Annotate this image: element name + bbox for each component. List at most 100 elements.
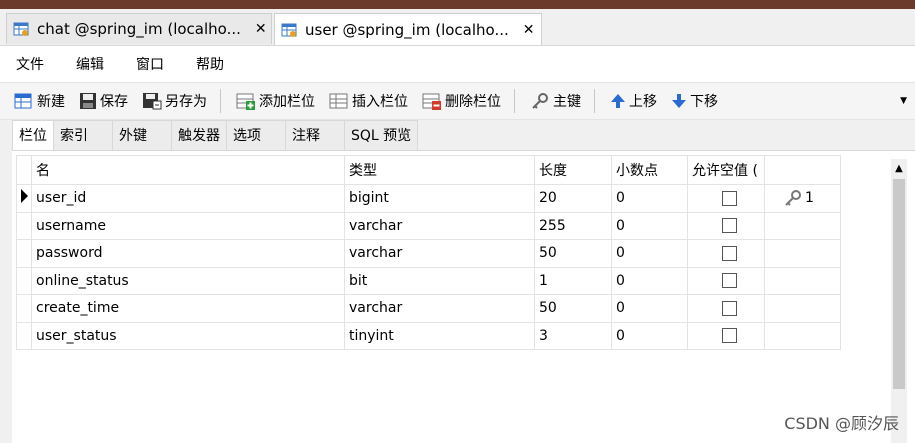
- field-length-cell[interactable]: 255: [534, 211, 612, 240]
- field-key-cell[interactable]: [764, 321, 841, 350]
- table-row[interactable]: create_time varchar 50 0: [16, 294, 841, 323]
- menu-help[interactable]: 帮助: [180, 54, 240, 74]
- table-row[interactable]: user_id bigint 20 0 1: [16, 184, 841, 213]
- field-type-cell[interactable]: bigint: [344, 184, 535, 213]
- toolbar-overflow-icon[interactable]: ▼: [900, 96, 907, 106]
- toolbar-divider: [594, 89, 595, 113]
- field-type-cell[interactable]: bit: [344, 266, 535, 295]
- field-key-cell[interactable]: [764, 239, 841, 268]
- field-decimals-cell[interactable]: 0: [611, 211, 688, 240]
- field-decimals-cell[interactable]: 0: [611, 266, 688, 295]
- not-null-checkbox[interactable]: [722, 245, 737, 261]
- field-nullable-cell[interactable]: [687, 294, 765, 323]
- field-nullable-cell[interactable]: [687, 184, 765, 213]
- watermark: CSDN @顾汐辰: [784, 414, 899, 433]
- field-type-cell[interactable]: varchar: [344, 294, 535, 323]
- field-type-cell[interactable]: varchar: [344, 211, 535, 240]
- move-down-label: 下移: [690, 94, 718, 110]
- close-icon[interactable]: ✕: [255, 21, 267, 37]
- field-length-cell[interactable]: 50: [534, 239, 612, 268]
- menu-bar: 文件 编辑 窗口 帮助: [0, 46, 915, 82]
- not-null-checkbox[interactable]: [722, 218, 737, 234]
- tab-triggers[interactable]: 触发器: [171, 120, 227, 150]
- new-table-icon: [14, 93, 32, 109]
- field-name-cell[interactable]: online_status: [31, 266, 345, 295]
- add-field-label: 添加栏位: [259, 94, 315, 110]
- table-row[interactable]: online_status bit 1 0: [16, 266, 841, 295]
- menu-file[interactable]: 文件: [0, 54, 60, 74]
- move-up-button[interactable]: 上移: [606, 87, 661, 115]
- field-length-cell[interactable]: 50: [534, 294, 612, 323]
- tab-comment[interactable]: 注释: [285, 120, 345, 150]
- key-icon: [532, 93, 548, 109]
- column-header-key[interactable]: [764, 155, 841, 185]
- menu-window[interactable]: 窗口: [120, 54, 180, 74]
- tab-fields[interactable]: 栏位: [12, 120, 54, 151]
- field-length-cell[interactable]: 3: [534, 321, 612, 350]
- field-nullable-cell[interactable]: [687, 211, 765, 240]
- not-null-checkbox[interactable]: [722, 273, 737, 289]
- insert-field-button[interactable]: 插入栏位: [325, 87, 412, 115]
- column-header-type[interactable]: 类型: [344, 155, 535, 185]
- fields-grid: 名 类型 长度 小数点 允许空值 ( user_id bigint 20 0 1: [12, 150, 915, 443]
- field-type-cell[interactable]: varchar: [344, 239, 535, 268]
- delete-field-button[interactable]: 删除栏位: [418, 87, 505, 115]
- save-as-icon: [143, 93, 162, 110]
- menu-edit[interactable]: 编辑: [60, 54, 120, 74]
- tab-user[interactable]: user @spring_im (localho... ✕: [274, 13, 542, 45]
- primary-key-button[interactable]: 主键: [526, 87, 585, 115]
- field-decimals-cell[interactable]: 0: [611, 184, 688, 213]
- field-decimals-cell[interactable]: 0: [611, 321, 688, 350]
- not-null-checkbox[interactable]: [722, 190, 737, 206]
- table-row[interactable]: password varchar 50 0: [16, 239, 841, 268]
- field-key-cell[interactable]: 1: [764, 184, 841, 213]
- field-decimals-cell[interactable]: 0: [611, 294, 688, 323]
- table-row[interactable]: user_status tinyint 3 0: [16, 321, 841, 350]
- tab-sql-preview[interactable]: SQL 预览: [344, 120, 419, 150]
- close-icon[interactable]: ✕: [523, 22, 535, 38]
- insert-field-icon: [329, 93, 348, 109]
- tab-options[interactable]: 选项: [226, 120, 286, 150]
- not-null-checkbox[interactable]: [722, 328, 737, 344]
- save-as-button[interactable]: 另存为: [138, 87, 211, 115]
- row-marker: [16, 321, 32, 350]
- tab-chat[interactable]: chat @spring_im (localho... ✕: [6, 13, 272, 44]
- field-type-cell[interactable]: tinyint: [344, 321, 535, 350]
- not-null-checkbox[interactable]: [722, 300, 737, 316]
- tab-indexes[interactable]: 索引: [53, 120, 113, 150]
- field-nullable-cell[interactable]: [687, 321, 765, 350]
- move-down-button[interactable]: 下移: [667, 87, 722, 115]
- field-name-cell[interactable]: password: [31, 239, 345, 268]
- column-header-length[interactable]: 长度: [534, 155, 612, 185]
- field-key-cell[interactable]: [764, 211, 841, 240]
- tab-label: user @spring_im (localho...: [305, 20, 509, 39]
- column-header-name[interactable]: 名: [31, 155, 345, 185]
- field-decimals-cell[interactable]: 0: [611, 239, 688, 268]
- field-length-cell[interactable]: 20: [534, 184, 612, 213]
- scrollbar-thumb[interactable]: [893, 179, 905, 389]
- field-key-cell[interactable]: [764, 266, 841, 295]
- field-length-cell[interactable]: 1: [534, 266, 612, 295]
- vertical-scrollbar[interactable]: ▲: [891, 159, 907, 443]
- fields-table: 名 类型 长度 小数点 允许空值 ( user_id bigint 20 0 1: [16, 155, 841, 350]
- column-header-nullable[interactable]: 允许空值 (: [687, 155, 765, 185]
- field-nullable-cell[interactable]: [687, 266, 765, 295]
- save-button[interactable]: 保存: [75, 87, 132, 115]
- new-button[interactable]: 新建: [10, 87, 69, 115]
- table-icon: [281, 22, 297, 38]
- field-name-cell[interactable]: user_id: [31, 184, 345, 213]
- column-header-decimals[interactable]: 小数点: [611, 155, 688, 185]
- save-icon: [80, 93, 96, 109]
- new-label: 新建: [37, 94, 65, 110]
- arrow-down-icon: [672, 94, 686, 108]
- field-key-cell[interactable]: [764, 294, 841, 323]
- field-nullable-cell[interactable]: [687, 239, 765, 268]
- field-name-cell[interactable]: create_time: [31, 294, 345, 323]
- scroll-up-icon[interactable]: ▲: [891, 161, 907, 177]
- add-field-button[interactable]: 添加栏位: [232, 87, 319, 115]
- table-row[interactable]: username varchar 255 0: [16, 211, 841, 240]
- save-as-label: 另存为: [165, 94, 207, 110]
- field-name-cell[interactable]: user_status: [31, 321, 345, 350]
- tab-foreign-keys[interactable]: 外键: [112, 120, 172, 150]
- field-name-cell[interactable]: username: [31, 211, 345, 240]
